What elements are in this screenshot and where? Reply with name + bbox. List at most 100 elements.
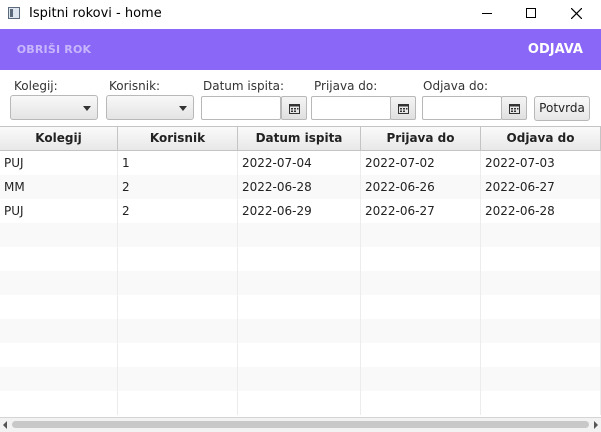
table-cell xyxy=(361,271,481,295)
table-cell xyxy=(0,343,118,367)
close-icon[interactable] xyxy=(553,0,599,29)
table-cell xyxy=(481,223,601,247)
table-cell xyxy=(118,343,238,367)
table-cell xyxy=(238,391,361,415)
horizontal-scrollbar[interactable] xyxy=(0,417,601,432)
table-cell: 2 xyxy=(118,175,238,199)
scrollbar-thumb[interactable] xyxy=(12,421,589,428)
calendar-icon[interactable] xyxy=(501,96,527,120)
table-row[interactable]: PUJ 1 2022-07-04 2022-07-02 2022-07-03 xyxy=(0,151,601,175)
table-cell xyxy=(0,319,118,343)
table-cell xyxy=(118,295,238,319)
table-cell xyxy=(0,223,118,247)
table-cell xyxy=(118,391,238,415)
table-cell xyxy=(238,223,361,247)
window-title: Ispitni rokovi - home xyxy=(29,6,162,21)
column-header-prijava-do[interactable]: Prijava do xyxy=(361,127,481,150)
table-row[interactable] xyxy=(0,247,601,271)
table-cell xyxy=(361,223,481,247)
odjava-do-label: Odjava do: xyxy=(423,79,489,93)
table-cell: 1 xyxy=(118,151,238,175)
kolegij-select[interactable] xyxy=(10,95,98,120)
table-cell xyxy=(118,319,238,343)
column-header-kolegij[interactable]: Kolegij xyxy=(0,127,118,150)
table-cell: 2022-07-03 xyxy=(481,151,601,175)
table-cell: MM xyxy=(0,175,118,199)
title-bar: Ispitni rokovi - home xyxy=(0,0,601,29)
table-cell: 2022-06-27 xyxy=(361,199,481,223)
table-cell xyxy=(118,271,238,295)
logout-button[interactable]: ODJAVA xyxy=(528,37,583,62)
table-cell xyxy=(118,367,238,391)
column-header-datum-ispita[interactable]: Datum ispita xyxy=(238,127,361,150)
maximize-icon[interactable] xyxy=(508,0,554,29)
table-row[interactable] xyxy=(0,295,601,319)
table-row[interactable] xyxy=(0,271,601,295)
table-cell xyxy=(238,247,361,271)
table-cell xyxy=(361,343,481,367)
confirm-button[interactable]: Potvrda xyxy=(534,96,590,121)
table-cell: PUJ xyxy=(0,151,118,175)
datum-ispita-field[interactable] xyxy=(201,96,281,120)
table-row[interactable]: PUJ 2 2022-06-29 2022-06-27 2022-06-28 xyxy=(0,199,601,223)
table-cell xyxy=(481,295,601,319)
table-row[interactable] xyxy=(0,319,601,343)
app-icon xyxy=(8,7,20,19)
table-cell xyxy=(361,367,481,391)
table-cell xyxy=(361,319,481,343)
scroll-left-icon[interactable] xyxy=(3,421,7,429)
table-cell xyxy=(481,271,601,295)
table-cell xyxy=(361,247,481,271)
calendar-icon[interactable] xyxy=(281,96,307,120)
table-cell: 2022-06-27 xyxy=(481,175,601,199)
table-row[interactable]: MM 2 2022-06-28 2022-06-26 2022-06-27 xyxy=(0,175,601,199)
table-row[interactable] xyxy=(0,391,601,415)
prijava-do-field[interactable] xyxy=(311,96,391,120)
table-cell xyxy=(238,367,361,391)
table-cell xyxy=(238,271,361,295)
table-cell: 2 xyxy=(118,199,238,223)
table-cell xyxy=(481,343,601,367)
prijava-do-label: Prijava do: xyxy=(314,79,378,93)
table-cell: 2022-06-28 xyxy=(481,199,601,223)
table-cell xyxy=(118,223,238,247)
calendar-icon[interactable] xyxy=(390,96,416,120)
table-cell xyxy=(238,319,361,343)
table-cell xyxy=(361,391,481,415)
table-cell xyxy=(481,367,601,391)
korisnik-select[interactable] xyxy=(106,95,194,120)
table-cell xyxy=(118,247,238,271)
delete-term-button[interactable]: OBRIŠI ROK xyxy=(13,37,95,62)
table-cell xyxy=(0,367,118,391)
table-cell: PUJ xyxy=(0,199,118,223)
table-cell: 2022-06-28 xyxy=(238,175,361,199)
table-cell xyxy=(361,295,481,319)
table-cell: 2022-07-04 xyxy=(238,151,361,175)
datum-ispita-label: Datum ispita: xyxy=(203,79,285,93)
scroll-right-icon[interactable] xyxy=(594,421,598,429)
exam-terms-table: Kolegij Korisnik Datum ispita Prijava do… xyxy=(0,126,601,417)
table-row[interactable] xyxy=(0,223,601,247)
table-cell xyxy=(0,271,118,295)
table-cell: 2022-06-26 xyxy=(361,175,481,199)
table-cell xyxy=(481,247,601,271)
column-header-korisnik[interactable]: Korisnik xyxy=(118,127,238,150)
table-cell xyxy=(0,391,118,415)
chevron-down-icon xyxy=(179,106,187,111)
table-cell xyxy=(238,295,361,319)
odjava-do-field[interactable] xyxy=(422,96,502,120)
table-row[interactable] xyxy=(0,343,601,367)
korisnik-label: Korisnik: xyxy=(109,79,161,93)
table-cell: 2022-07-02 xyxy=(361,151,481,175)
table-cell xyxy=(0,295,118,319)
chevron-down-icon xyxy=(83,106,91,111)
table-cell xyxy=(481,391,601,415)
table-cell xyxy=(238,343,361,367)
table-cell xyxy=(0,247,118,271)
kolegij-label: Kolegij: xyxy=(14,79,58,93)
table-header: Kolegij Korisnik Datum ispita Prijava do… xyxy=(0,127,601,151)
minimize-icon[interactable] xyxy=(464,0,510,29)
column-header-odjava-do[interactable]: Odjava do xyxy=(481,127,601,150)
action-bar: OBRIŠI ROK ODJAVA xyxy=(0,29,601,70)
table-row[interactable] xyxy=(0,367,601,391)
